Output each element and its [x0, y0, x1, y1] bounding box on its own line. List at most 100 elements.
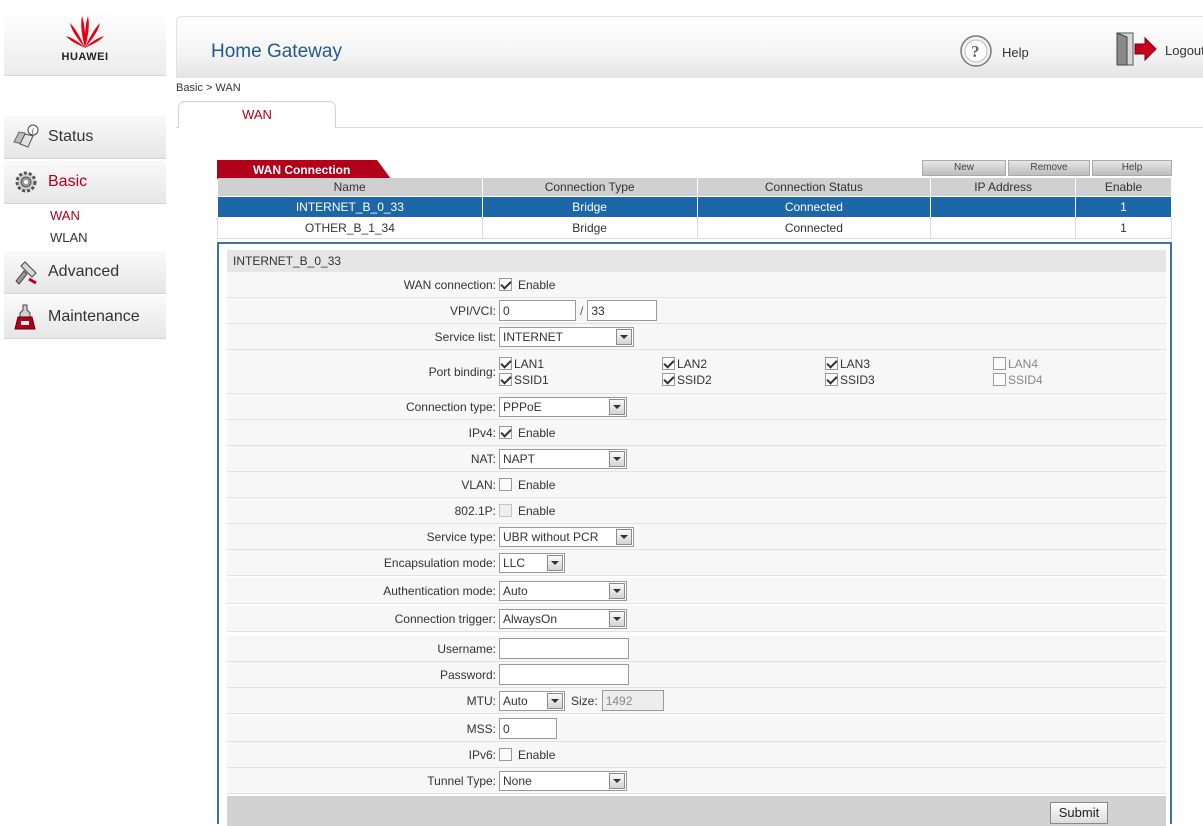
service-type-select[interactable]: UBR without PCR — [499, 526, 634, 547]
table-help-button[interactable]: Help — [1092, 160, 1172, 176]
advanced-icon — [4, 259, 48, 285]
form-title: INTERNET_B_0_33 — [227, 250, 1166, 272]
row-mtu: MTU: Auto Size: — [227, 688, 1166, 714]
cell-enable: 1 — [1075, 216, 1172, 239]
password-input[interactable] — [499, 664, 629, 685]
chevron-down-icon — [547, 554, 563, 571]
svg-text:i: i — [32, 127, 34, 136]
label-mtu-size: Size: — [571, 693, 598, 708]
table-toolbar: New Remove Help — [922, 160, 1172, 176]
chevron-down-icon — [609, 582, 625, 599]
label-ipv6: IPv6: — [468, 747, 496, 762]
port-lan2-label: LAN2 — [677, 356, 708, 371]
authentication-mode-select[interactable]: Auto — [499, 580, 627, 601]
label-mtu: MTU: — [466, 693, 496, 708]
label-username: Username: — [437, 641, 496, 656]
submit-button[interactable]: Submit — [1050, 802, 1108, 824]
dot1p-enable-checkbox[interactable] — [499, 504, 512, 517]
tunnel-type-select[interactable]: None — [499, 770, 627, 791]
nav-label-status: Status — [48, 128, 94, 145]
username-input[interactable] — [499, 638, 629, 659]
dot1p-enable-label: Enable — [518, 503, 556, 518]
nav-item-status[interactable]: i Status — [4, 116, 166, 159]
service-list-select[interactable]: INTERNET — [499, 326, 634, 347]
authentication-mode-value: Auto — [503, 583, 528, 598]
row-ipv6: IPv6: Enable — [227, 742, 1166, 768]
service-list-value: INTERNET — [503, 329, 563, 344]
connection-type-value: PPPoE — [503, 399, 542, 414]
vpi-input[interactable] — [499, 300, 576, 321]
chevron-down-icon — [616, 528, 632, 545]
cell-name: OTHER_B_1_34 — [217, 216, 483, 239]
row-encapsulation-mode: Encapsulation mode: LLC — [227, 550, 1166, 576]
basic-gear-icon — [4, 169, 48, 195]
nav-item-basic[interactable]: Basic — [4, 161, 166, 204]
ipv6-enable-checkbox[interactable] — [499, 748, 512, 761]
connection-trigger-value: AlwaysOn — [503, 611, 558, 626]
row-vpi-vci: VPI/VCI: / — [227, 298, 1166, 324]
row-connection-trigger: Connection trigger: AlwaysOn — [227, 606, 1166, 632]
sub-nav-wan[interactable]: WAN — [50, 208, 80, 223]
remove-button[interactable]: Remove — [1008, 160, 1090, 176]
label-tunnel-type: Tunnel Type: — [427, 773, 496, 788]
port-ssid4-checkbox[interactable] — [993, 373, 1006, 386]
port-lan1[interactable]: LAN1 — [499, 357, 662, 371]
wan-connection-enable-checkbox[interactable] — [499, 278, 512, 291]
label-nat: NAT: — [470, 451, 496, 466]
port-lan4[interactable]: LAN4 — [993, 357, 1113, 371]
chevron-down-icon — [616, 328, 632, 345]
help-label: Help — [1002, 45, 1029, 60]
port-ssid2-checkbox[interactable] — [662, 373, 675, 386]
row-mss: MSS: — [227, 716, 1166, 742]
new-button[interactable]: New — [922, 160, 1006, 176]
row-vlan: VLAN: Enable — [227, 472, 1166, 498]
ipv4-enable-checkbox[interactable] — [499, 426, 512, 439]
connection-trigger-select[interactable]: AlwaysOn — [499, 608, 627, 629]
cell-name: INTERNET_B_0_33 — [217, 195, 483, 218]
port-lan2-checkbox[interactable] — [662, 357, 675, 370]
row-wan-connection: WAN connection: Enable — [227, 272, 1166, 298]
sidebar: HUAWEI i Status Basic WAN WLAN Advanced … — [0, 0, 168, 824]
logo-text: HUAWEI — [61, 51, 109, 63]
table-row[interactable]: OTHER_B_1_34 Bridge Connected 1 — [217, 216, 1172, 239]
nat-select[interactable]: NAPT — [499, 448, 627, 469]
vci-input[interactable] — [587, 300, 658, 321]
table-row[interactable]: INTERNET_B_0_33 Bridge Connected 1 — [217, 195, 1172, 218]
vlan-enable-checkbox[interactable] — [499, 478, 512, 491]
mtu-value: Auto — [503, 693, 528, 708]
port-lan1-checkbox[interactable] — [499, 357, 512, 370]
sub-nav-wlan[interactable]: WLAN — [50, 230, 88, 245]
mtu-select[interactable]: Auto — [499, 690, 565, 711]
tab-wan[interactable]: WAN — [178, 101, 336, 128]
port-ssid2-label: SSID2 — [677, 372, 712, 387]
port-ssid3[interactable]: SSID3 — [825, 373, 993, 387]
port-ssid3-checkbox[interactable] — [825, 373, 838, 386]
port-lan4-checkbox[interactable] — [993, 357, 1006, 370]
port-ssid1[interactable]: SSID1 — [499, 373, 662, 387]
encapsulation-mode-select[interactable]: LLC — [499, 552, 565, 573]
port-lan3-checkbox[interactable] — [825, 357, 838, 370]
port-lan3[interactable]: LAN3 — [825, 357, 993, 371]
column-header-ip-address: IP Address — [930, 178, 1077, 196]
port-ssid2[interactable]: SSID2 — [662, 373, 825, 387]
cell-connection-status: Connected — [696, 195, 932, 218]
port-ssid4[interactable]: SSID4 — [993, 373, 1113, 387]
cell-connection-type: Bridge — [481, 195, 698, 218]
mtu-size-input[interactable] — [601, 690, 664, 711]
nav-item-advanced[interactable]: Advanced — [4, 251, 166, 294]
connection-type-select[interactable]: PPPoE — [499, 396, 627, 417]
port-ssid1-checkbox[interactable] — [499, 373, 512, 386]
logout-link[interactable]: Logout — [1115, 31, 1203, 70]
help-link[interactable]: ? Help — [959, 34, 1029, 71]
encapsulation-mode-value: LLC — [503, 555, 526, 570]
mss-input[interactable] — [499, 718, 557, 739]
label-connection-trigger: Connection trigger: — [394, 611, 496, 626]
nav-item-maintenance[interactable]: Maintenance — [4, 296, 166, 339]
row-802-1p: 802.1P: Enable — [227, 498, 1166, 524]
column-header-connection-type: Connection Type — [482, 178, 698, 196]
row-service-list: Service list: INTERNET — [227, 324, 1166, 350]
port-lan3-label: LAN3 — [840, 356, 871, 371]
label-wan-connection: WAN connection: — [403, 277, 496, 292]
port-lan2[interactable]: LAN2 — [662, 357, 825, 371]
cell-connection-status: Connected — [696, 216, 932, 239]
